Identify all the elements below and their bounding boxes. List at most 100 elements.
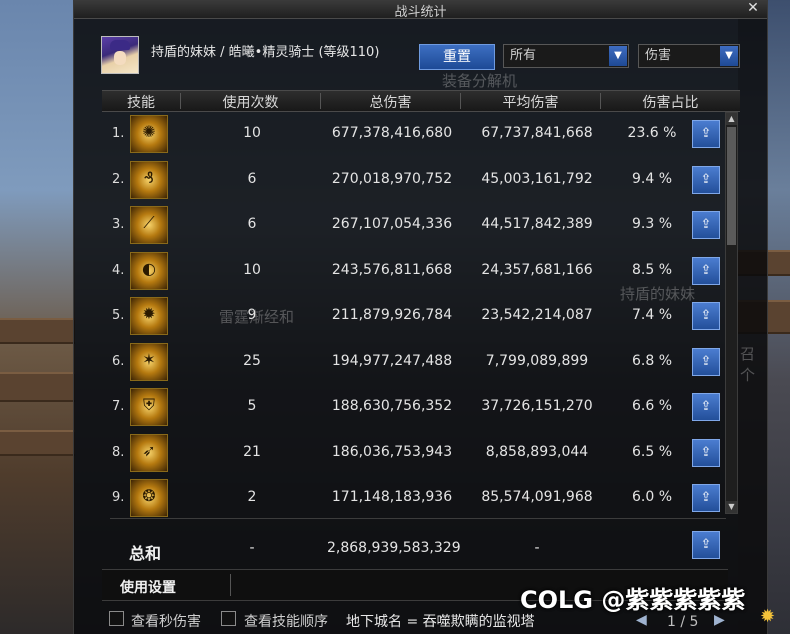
row-uses: 2	[247, 489, 257, 505]
skill-shield-wave-icon[interactable]: ◐	[130, 251, 168, 290]
skill-radiant-cross-icon[interactable]: ✶	[130, 342, 168, 381]
table-header: 技能 使用次数 总伤害 平均伤害 伤害占比	[102, 90, 740, 112]
character-name: 持盾的妹妹 / 皓曦•精灵骑士 (等级110)	[151, 45, 380, 60]
skill-glyph: ✺	[142, 122, 156, 141]
gear-icon[interactable]: ✹	[760, 606, 775, 627]
table-row: 2. ₰ 6 270,018,970,752 45,003,161,792 9.4 % ⇪	[102, 158, 728, 202]
per-second-label[interactable]: 查看秒伤害	[131, 611, 201, 631]
row-damage-percent: 6.6 %	[631, 398, 673, 414]
row-average-damage: 24,357,681,166	[481, 261, 593, 278]
row-rank: 2.	[112, 171, 125, 187]
filter-select[interactable]: 所有 ▼	[503, 44, 629, 68]
summary-label: 总和	[129, 544, 162, 563]
share-icon[interactable]: ⇪	[692, 302, 720, 330]
row-uses: 6	[247, 216, 257, 232]
window-titlebar[interactable]: 战斗统计 ✕	[74, 0, 767, 20]
table-row: 3. ⟋ 6 267,107,054,336 44,517,842,389 9.3 % ⇪	[102, 203, 728, 247]
skill-sun-slash-icon[interactable]: ✹	[130, 297, 168, 335]
skill-glyph: ✶	[142, 349, 156, 369]
row-damage-percent: 8.5 %	[631, 261, 673, 278]
row-damage-percent: 23.6 %	[627, 125, 677, 141]
wood-plank	[0, 372, 75, 402]
share-icon[interactable]: ⇪	[692, 393, 720, 421]
character-avatar	[101, 36, 139, 74]
row-damage-percent: 9.3 %	[631, 216, 673, 232]
row-average-damage: 85,574,091,968	[481, 489, 593, 505]
skill-glyph: ₰	[143, 167, 155, 187]
skill-glyph: ➶	[142, 440, 156, 460]
column-header-uses: 使用次数	[222, 95, 279, 111]
row-average-damage: 44,517,842,389	[481, 216, 593, 232]
table-row: 6. ✶ 25 194,977,247,488 7,799,089,899 6.8 % ⇪	[102, 340, 728, 384]
column-header-average: 平均伤害	[502, 95, 559, 111]
chevron-down-icon[interactable]: ▼	[720, 46, 738, 66]
summary-average: -	[534, 540, 540, 556]
skill-glyph: ⛨	[142, 395, 155, 414]
reset-button[interactable]: 重置	[419, 44, 495, 70]
skill-glyph: ✹	[142, 304, 156, 323]
window-title: 战斗统计	[394, 5, 447, 20]
table-row: 1. ✺ 10 677,378,416,680 67,737,841,668 23.6 %…	[102, 112, 728, 156]
metric-select[interactable]: 伤害 ▼	[638, 44, 740, 68]
row-total-damage: 171,148,183,936	[331, 489, 453, 505]
share-icon[interactable]: ⇪	[692, 438, 720, 467]
skill-order-label[interactable]: 查看技能顺序	[244, 611, 328, 631]
share-icon[interactable]: ⇪	[692, 347, 720, 376]
battle-stats-window: 战斗统计 ✕ 持盾的妹妹 / 皓曦•精灵骑士 (等级110) 重置 所有 ▼ 伤…	[73, 0, 768, 634]
wood-plank	[0, 430, 75, 456]
skill-lance-strike-icon[interactable]: ⟋	[130, 206, 168, 244]
share-icon[interactable]: ⇪	[692, 484, 720, 512]
row-total-damage: 267,107,054,336	[331, 216, 453, 232]
row-average-damage: 7,799,089,899	[485, 352, 589, 369]
row-rank: 9.	[112, 490, 125, 505]
row-damage-percent: 6.0 %	[631, 489, 673, 505]
row-total-damage: 211,879,926,784	[331, 307, 453, 323]
settings-label[interactable]: 使用设置	[120, 577, 176, 597]
skill-order-checkbox[interactable]	[221, 611, 236, 626]
row-rank: 5.	[112, 308, 125, 323]
summary-total: 2,868,939,583,329	[327, 540, 461, 556]
background-text: 装备分解机	[442, 72, 518, 90]
row-total-damage: 243,576,811,668	[331, 261, 453, 278]
close-icon[interactable]: ✕	[745, 0, 761, 16]
scroll-down-icon[interactable]: ▼	[726, 501, 737, 513]
background-text: 召个	[740, 345, 756, 384]
share-icon[interactable]: ⇪	[692, 211, 720, 239]
row-average-damage: 23,542,214,087	[481, 307, 593, 323]
row-rank: 4.	[112, 262, 125, 278]
row-rank: 1.	[112, 126, 125, 141]
skill-glyph: ❂	[142, 486, 156, 505]
chevron-down-icon[interactable]: ▼	[609, 46, 627, 66]
skill-shield-burst-icon[interactable]: ✺	[130, 115, 168, 153]
divider	[110, 518, 726, 519]
row-average-damage: 8,858,893,044	[485, 443, 589, 460]
share-icon[interactable]: ⇪	[692, 531, 720, 559]
table-scrollbar[interactable]: ▲ ▼	[725, 112, 738, 514]
row-uses: 21	[243, 443, 261, 460]
row-uses: 9	[247, 307, 257, 323]
skill-glyph: ⟋	[143, 213, 155, 232]
row-damage-percent: 9.4 %	[631, 170, 673, 187]
share-icon[interactable]: ⇪	[692, 256, 720, 285]
skill-flame-swirl-icon[interactable]: ₰	[130, 160, 168, 199]
skill-dragon-rush-icon[interactable]: ❂	[130, 479, 168, 517]
skill-shield-guard-icon[interactable]: ⛨	[130, 388, 168, 426]
table-row: 7. ⛨ 5 188,630,756,352 37,726,151,270 6.6 % ⇪	[102, 385, 728, 429]
table-row: 9. ❂ 2 171,148,183,936 85,574,091,968 6.0 % ⇪	[102, 476, 728, 520]
background-left-scenery	[0, 0, 75, 634]
column-header-skill: 技能	[127, 95, 155, 111]
row-damage-percent: 6.5 %	[631, 443, 673, 460]
row-rank: 3.	[112, 217, 125, 232]
table-row: 5. ✹ 9 211,879,926,784 23,542,214,087 7.4 % ⇪	[102, 294, 728, 338]
per-second-checkbox[interactable]	[109, 611, 124, 626]
skill-sword-thrust-icon[interactable]: ➶	[130, 433, 168, 472]
wood-plank	[0, 318, 75, 344]
scroll-thumb[interactable]	[727, 127, 736, 245]
table-row: 8. ➶ 21 186,036,753,943 8,858,893,044 6.5 % ⇪	[102, 431, 728, 475]
share-icon[interactable]: ⇪	[692, 165, 720, 194]
page-indicator: 1 / 5	[667, 614, 699, 630]
scroll-up-icon[interactable]: ▲	[726, 113, 737, 125]
share-icon[interactable]: ⇪	[692, 120, 720, 148]
row-average-damage: 67,737,841,668	[481, 125, 593, 141]
row-average-damage: 37,726,151,270	[481, 398, 593, 414]
